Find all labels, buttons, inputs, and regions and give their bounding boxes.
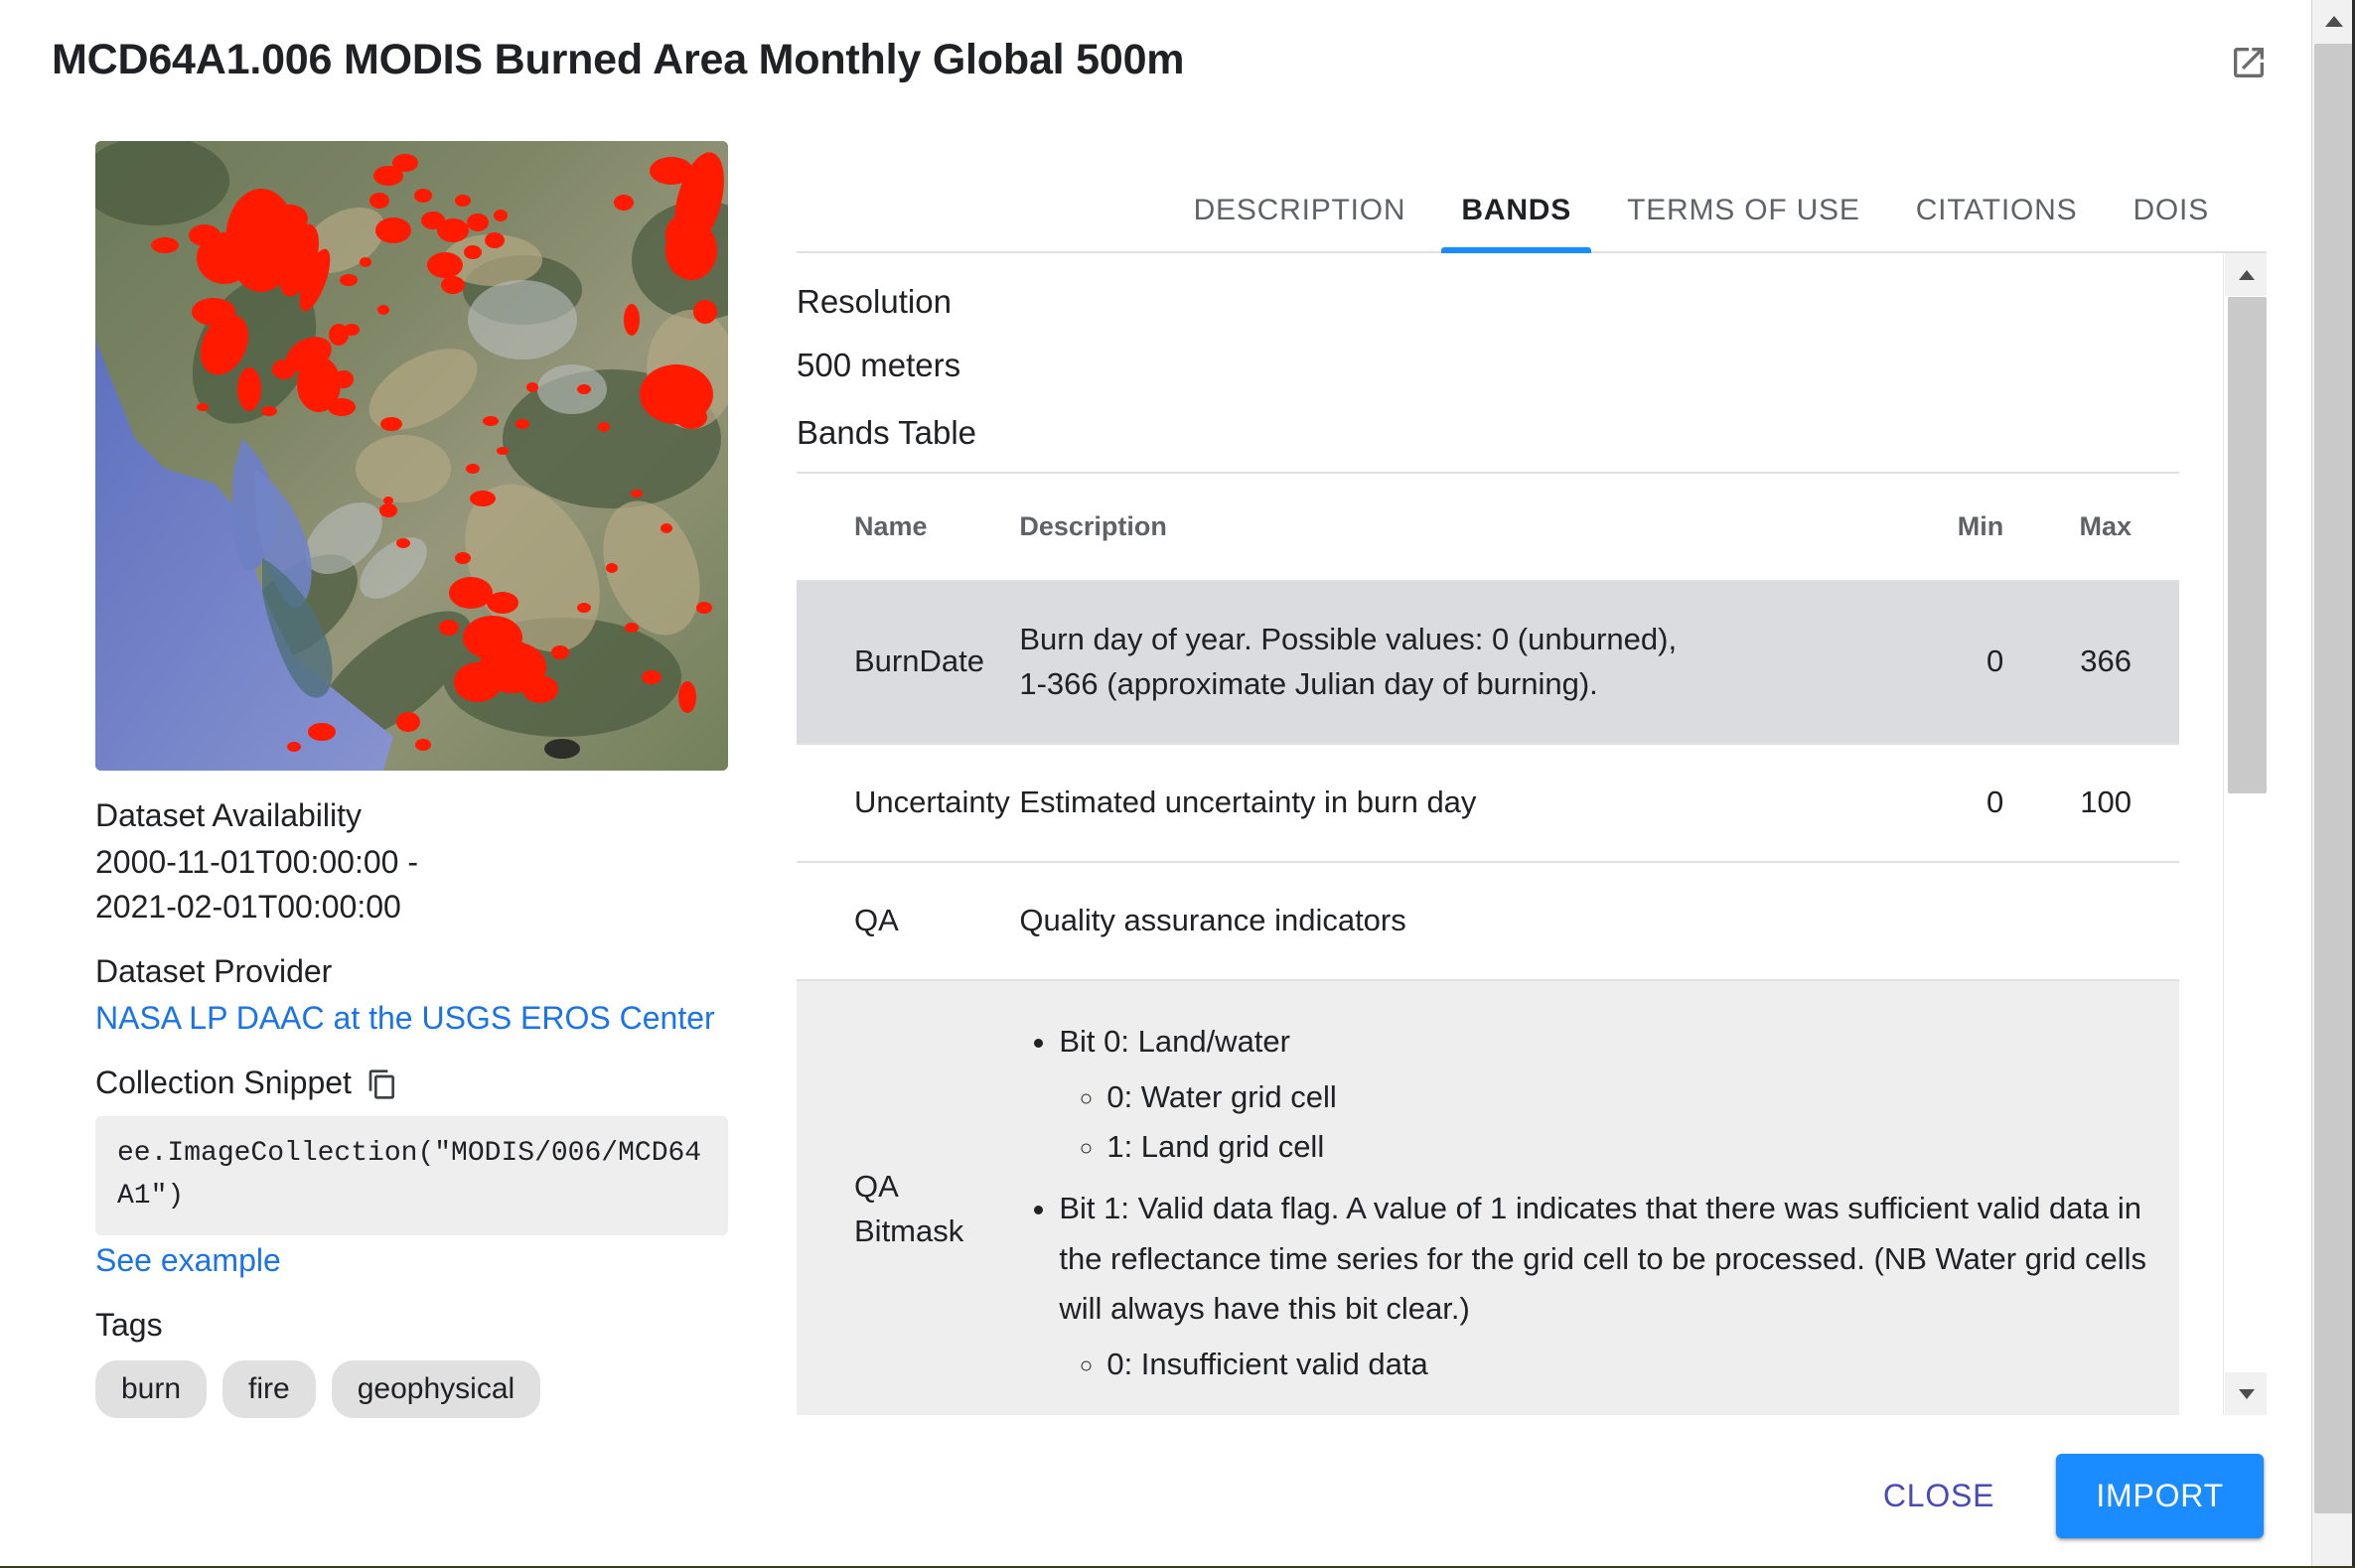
bitmask-list: Bit 0: Land/water 0: Water grid cell 1: … bbox=[1019, 1017, 2179, 1396]
bitmask-subitem: 1: Land grid cell bbox=[1106, 1122, 2179, 1172]
page-root: MCD64A1.006 MODIS Burned Area Monthly Gl… bbox=[0, 0, 2355, 1568]
tab-bar: DESCRIPTION BANDS TERMS OF USE CITATIONS… bbox=[797, 159, 2267, 253]
band-min: 0 bbox=[1864, 581, 2020, 744]
bands-scroll-area: Resolution 500 meters Bands Table Name D… bbox=[797, 253, 2267, 1415]
column-header-description: Description bbox=[1019, 473, 1863, 581]
bitmask-sublist: 0: Insufficient valid data bbox=[1059, 1334, 2179, 1395]
band-description: Quality assurance indicators bbox=[1019, 862, 1863, 980]
content-copy-icon[interactable] bbox=[366, 1068, 399, 1101]
tab-terms-of-use[interactable]: TERMS OF USE bbox=[1599, 194, 1888, 253]
band-name-line: Bitmask bbox=[854, 1213, 963, 1248]
scroll-down-button[interactable] bbox=[2225, 1372, 2267, 1415]
dataset-availability-end: 2021-02-01T00:00:00 bbox=[95, 888, 731, 927]
dataset-detail-panel: DESCRIPTION BANDS TERMS OF USE CITATIONS… bbox=[797, 159, 2267, 1415]
close-button[interactable]: CLOSE bbox=[1857, 1460, 2020, 1532]
browser-scroll-up-button[interactable] bbox=[2312, 0, 2355, 43]
band-max: 366 bbox=[2019, 581, 2179, 744]
bitmask-subitem: 0: Water grid cell bbox=[1106, 1072, 2179, 1122]
chevron-up-icon bbox=[2239, 270, 2255, 280]
tab-citations[interactable]: CITATIONS bbox=[1888, 194, 2106, 253]
resolution-label: Resolution bbox=[797, 283, 2224, 321]
bands-table-head: Name Description Min Max bbox=[797, 473, 2179, 581]
browser-scrollbar-thumb[interactable] bbox=[2314, 44, 2353, 1513]
band-description: Bit 0: Land/water 0: Water grid cell 1: … bbox=[1019, 980, 2179, 1415]
scrollbar-thumb[interactable] bbox=[2228, 297, 2267, 793]
open-in-new-icon[interactable] bbox=[2226, 40, 2272, 85]
collection-snippet-header: Collection Snippet bbox=[95, 1062, 731, 1104]
band-name-line: QA bbox=[854, 1169, 899, 1204]
dataset-provider-label: Dataset Provider bbox=[95, 950, 731, 993]
bitmask-item: Bit 0: Land/water 0: Water grid cell 1: … bbox=[1059, 1017, 2179, 1179]
tab-bands[interactable]: BANDS bbox=[1433, 194, 1599, 253]
bitmask-sublist: 0: Water grid cell 1: Land grid cell bbox=[1059, 1067, 2179, 1178]
tab-dois[interactable]: DOIS bbox=[2105, 194, 2237, 253]
import-button[interactable]: IMPORT bbox=[2056, 1454, 2264, 1538]
band-description-line: 1-366 (approximate Julian day of burning… bbox=[1019, 666, 1597, 701]
dataset-availability-start: 2000-11-01T00:00:00 - bbox=[95, 843, 731, 882]
bitmask-item: Bit 1: Valid data flag. A value of 1 ind… bbox=[1059, 1184, 2179, 1395]
dataset-availability-label: Dataset Availability bbox=[95, 794, 731, 837]
bitmask-item-text: Bit 1: Valid data flag. A value of 1 ind… bbox=[1059, 1191, 2146, 1325]
column-header-min: Min bbox=[1864, 473, 2020, 581]
band-description: Burn day of year. Possible values: 0 (un… bbox=[1019, 581, 1863, 744]
table-header-row: Name Description Min Max bbox=[797, 473, 2179, 581]
collection-snippet-label: Collection Snippet bbox=[95, 1062, 352, 1104]
bands-content: Resolution 500 meters Bands Table Name D… bbox=[797, 253, 2224, 1415]
table-row: QA Bitmask Bit 0: Land/water 0: Water g bbox=[797, 980, 2179, 1415]
band-max: 100 bbox=[2019, 744, 2179, 862]
page-title: MCD64A1.006 MODIS Burned Area Monthly Gl… bbox=[52, 36, 1184, 84]
tags-list: burn fire geophysical bbox=[95, 1360, 731, 1418]
tag-chip[interactable]: geophysical bbox=[332, 1360, 540, 1418]
column-header-max: Max bbox=[2019, 473, 2179, 581]
bitmask-item-text: Bit 0: Land/water bbox=[1059, 1024, 1290, 1059]
dataset-provider-link[interactable]: NASA LP DAAC at the USGS EROS Center bbox=[95, 999, 715, 1038]
tag-chip[interactable]: burn bbox=[95, 1360, 207, 1418]
collection-snippet-code[interactable]: ee.ImageCollection("MODIS/006/MCD64A1") bbox=[95, 1116, 728, 1235]
bitmask-subitem: 0: Insufficient valid data bbox=[1106, 1340, 2179, 1389]
band-description: Estimated uncertainty in burn day bbox=[1019, 744, 1863, 862]
table-row: QA Quality assurance indicators bbox=[797, 862, 2179, 980]
chevron-down-icon bbox=[2239, 1389, 2255, 1399]
band-min: 0 bbox=[1864, 744, 2020, 862]
table-row: Uncertainty Estimated uncertainty in bur… bbox=[797, 744, 2179, 862]
browser-scrollbar[interactable] bbox=[2311, 0, 2355, 1568]
bands-table-body: BurnDate Burn day of year. Possible valu… bbox=[797, 581, 2179, 1415]
dataset-detail-dialog: MCD64A1.006 MODIS Burned Area Monthly Gl… bbox=[0, 0, 2311, 1566]
tags-label: Tags bbox=[95, 1304, 731, 1347]
band-name: Uncertainty bbox=[797, 744, 1019, 862]
band-name: QA Bitmask bbox=[797, 980, 1019, 1415]
see-example-link[interactable]: See example bbox=[95, 1241, 281, 1280]
panel-scrollbar[interactable] bbox=[2223, 253, 2267, 1415]
resolution-value: 500 meters bbox=[797, 347, 2224, 384]
band-max bbox=[2019, 862, 2179, 980]
tab-description[interactable]: DESCRIPTION bbox=[1166, 194, 1434, 253]
chevron-up-icon bbox=[2325, 16, 2343, 27]
band-name: QA bbox=[797, 862, 1019, 980]
scroll-up-button[interactable] bbox=[2225, 253, 2267, 296]
bands-table: Name Description Min Max BurnDate Burn d… bbox=[797, 472, 2179, 1415]
band-min bbox=[1864, 862, 2020, 980]
dialog-actions: CLOSE IMPORT bbox=[0, 1425, 2311, 1566]
band-description-line: Burn day of year. Possible values: 0 (un… bbox=[1019, 622, 1677, 656]
dataset-thumbnail bbox=[95, 141, 728, 771]
table-row: BurnDate Burn day of year. Possible valu… bbox=[797, 581, 2179, 744]
bands-table-label: Bands Table bbox=[797, 414, 2224, 452]
column-header-name: Name bbox=[797, 473, 1019, 581]
dataset-sidebar: Dataset Availability 2000-11-01T00:00:00… bbox=[95, 141, 731, 1418]
tag-chip[interactable]: fire bbox=[222, 1360, 316, 1418]
band-name: BurnDate bbox=[797, 581, 1019, 744]
